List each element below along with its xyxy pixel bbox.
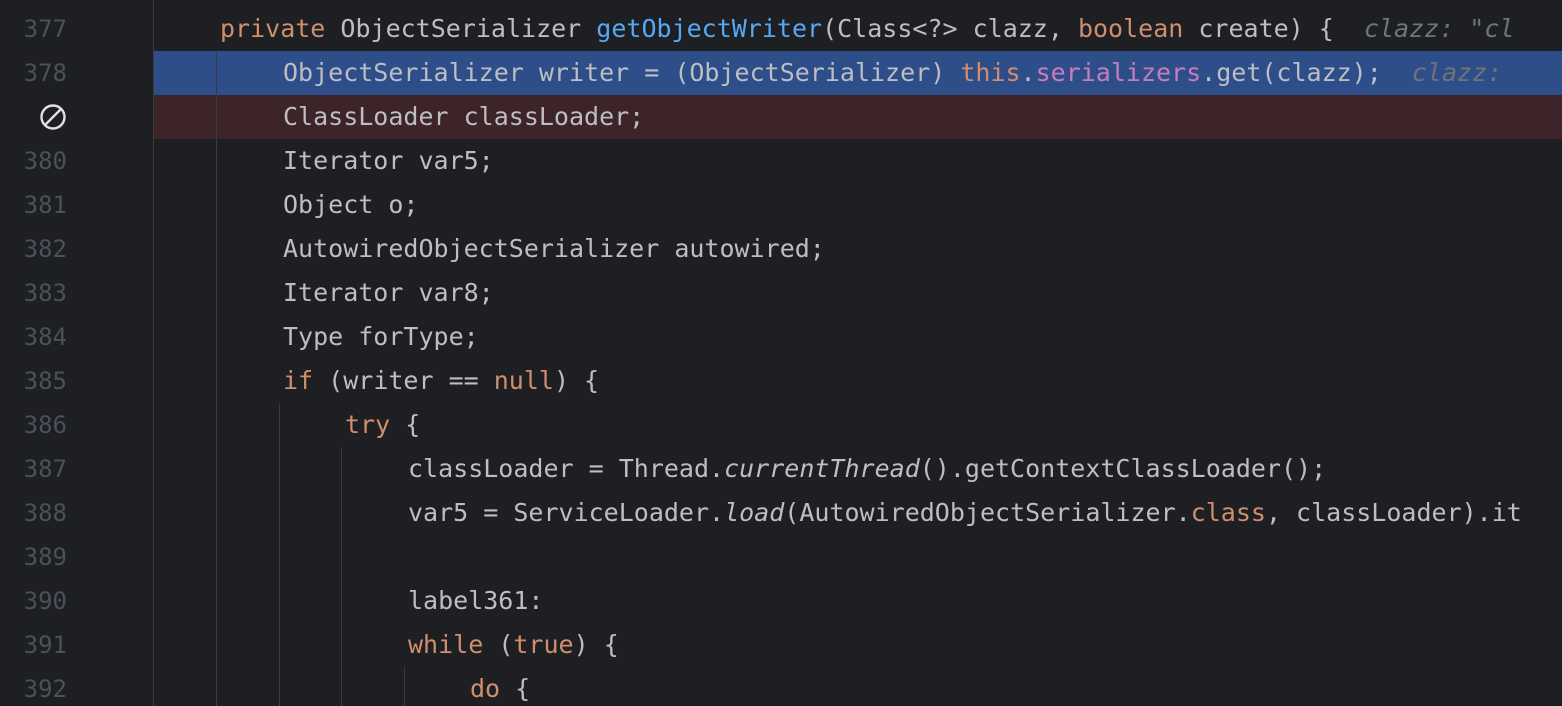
code-line-392[interactable]: 392 do { xyxy=(0,667,1562,706)
keyword-token: private xyxy=(220,14,326,43)
line-number: 384 xyxy=(23,323,67,351)
code-token: ( xyxy=(483,630,514,659)
code-text: ObjectSerializer writer = (ObjectSeriali… xyxy=(283,51,1517,95)
code-line-391[interactable]: 391 while (true) { xyxy=(0,623,1562,667)
code-token: { xyxy=(500,674,531,703)
code-token: classLoader = Thread. xyxy=(408,454,725,483)
code-text: Iterator var8; xyxy=(283,278,494,307)
code-line-384[interactable]: 384 Type forType; xyxy=(0,315,1562,359)
line-number: 382 xyxy=(23,235,67,263)
code-token: , classLoader).it xyxy=(1265,498,1522,527)
line-number: 380 xyxy=(23,147,67,175)
code-line-379-breakpoint[interactable]: ClassLoader classLoader; xyxy=(0,95,1562,139)
line-number: 378 xyxy=(23,59,67,87)
keyword-token: this xyxy=(960,58,1021,87)
line-number: 381 xyxy=(23,191,67,219)
line-number: 385 xyxy=(23,367,67,395)
code-editor[interactable]: 377 private ObjectSerializer getObjectWr… xyxy=(0,0,1562,706)
code-text: do { xyxy=(470,667,530,706)
code-token: ) { xyxy=(573,630,619,659)
code-line-383[interactable]: 383 Iterator var8; xyxy=(0,271,1562,315)
line-number: 391 xyxy=(23,631,67,659)
code-line-386[interactable]: 386 try { xyxy=(0,403,1562,447)
code-token: ) { xyxy=(553,366,600,395)
code-line-389[interactable]: 389 xyxy=(0,535,1562,579)
static-method-token: load xyxy=(724,498,785,527)
code-line-377[interactable]: 377 private ObjectSerializer getObjectWr… xyxy=(0,7,1562,51)
keyword-token: class xyxy=(1190,498,1266,527)
line-number: 383 xyxy=(23,279,67,307)
code-token: . xyxy=(1020,58,1036,87)
code-text: ClassLoader classLoader; xyxy=(283,102,645,131)
code-text: classLoader = Thread.currentThread().get… xyxy=(408,447,1326,491)
keyword-token: boolean xyxy=(1077,14,1184,43)
code-text: Iterator var5; xyxy=(283,146,494,175)
code-line-385[interactable]: 385 if (writer == null) { xyxy=(0,359,1562,403)
keyword-token: true xyxy=(513,630,574,659)
code-text: try { xyxy=(345,403,420,447)
code-token: (Class<?> clazz, xyxy=(822,14,1078,43)
code-line-390[interactable]: 390 label361: xyxy=(0,579,1562,623)
code-line-387[interactable]: 387 classLoader = Thread.currentThread()… xyxy=(0,447,1562,491)
indent-guide xyxy=(279,403,280,706)
static-method-token: currentThread xyxy=(724,454,920,483)
code-line-388[interactable]: 388 var5 = ServiceLoader.load(AutowiredO… xyxy=(0,491,1562,535)
line-number: 387 xyxy=(23,455,67,483)
line-number: 390 xyxy=(23,587,67,615)
code-line-378-current-execution[interactable]: 378 ObjectSerializer writer = (ObjectSer… xyxy=(0,51,1562,95)
keyword-token: do xyxy=(470,674,501,703)
line-number: 386 xyxy=(23,411,67,439)
code-text: if (writer == null) { xyxy=(283,359,599,403)
code-token: ObjectSerializer writer = (ObjectSeriali… xyxy=(283,58,961,87)
code-token: (writer == xyxy=(313,366,494,395)
code-line-380[interactable]: 380 Iterator var5; xyxy=(0,139,1562,183)
code-line-382[interactable]: 382 AutowiredObjectSerializer autowired; xyxy=(0,227,1562,271)
line-number: 392 xyxy=(23,675,67,703)
code-text: Type forType; xyxy=(283,322,479,351)
code-token: create) { xyxy=(1183,14,1334,43)
indent-guide xyxy=(216,51,217,706)
field-token: serializers xyxy=(1035,58,1202,87)
code-token: var5 = ServiceLoader. xyxy=(408,498,725,527)
line-number: 388 xyxy=(23,499,67,527)
code-token: { xyxy=(390,410,421,439)
indent-guide xyxy=(404,667,405,706)
code-line-381[interactable]: 381 Object o; xyxy=(0,183,1562,227)
inline-debug-value-hint: clazz: "cl xyxy=(1363,14,1515,43)
code-text: AutowiredObjectSerializer autowired; xyxy=(283,234,825,263)
code-text: var5 = ServiceLoader.load(AutowiredObjec… xyxy=(408,491,1522,535)
code-token: (AutowiredObjectSerializer. xyxy=(784,498,1191,527)
code-token: .get(clazz); xyxy=(1201,58,1382,87)
code-token: ObjectSerializer xyxy=(325,14,597,43)
code-text: private ObjectSerializer getObjectWriter… xyxy=(220,7,1514,51)
inline-debug-value-hint: clazz: xyxy=(1411,58,1518,87)
line-number: 389 xyxy=(23,543,67,571)
code-text: label361: xyxy=(408,586,544,615)
line-number: 377 xyxy=(23,15,67,43)
keyword-token: try xyxy=(345,410,391,439)
code-token: ().getContextClassLoader(); xyxy=(919,454,1327,483)
code-text: Object o; xyxy=(283,190,419,219)
code-text: while (true) { xyxy=(408,623,619,667)
method-name-token: getObjectWriter xyxy=(596,14,823,43)
keyword-token: if xyxy=(283,366,314,395)
keyword-token: null xyxy=(493,366,554,395)
indent-guide xyxy=(341,447,342,706)
disabled-breakpoint-icon[interactable] xyxy=(39,103,67,131)
keyword-token: while xyxy=(408,630,484,659)
